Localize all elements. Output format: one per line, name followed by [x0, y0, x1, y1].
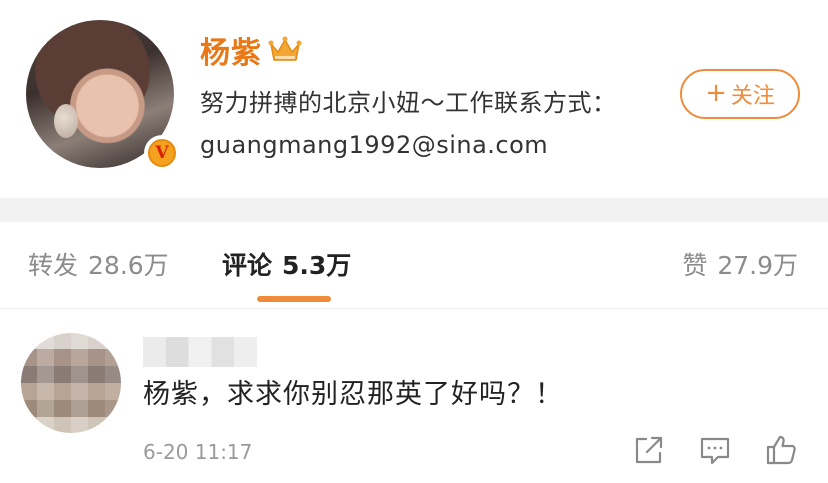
follow-button[interactable]: + 关注 — [680, 69, 800, 119]
tab-comments-label: 评论 — [222, 251, 273, 280]
comment-item: 杨紫，求求你别忍那英了好吗？！ 6-20 11:17 — [0, 309, 828, 483]
avatar-earring — [54, 104, 78, 138]
profile-name-row: 杨紫 — [200, 28, 302, 72]
section-divider — [0, 198, 828, 222]
tab-reposts[interactable]: 转发 28.6万 — [28, 246, 169, 286]
reply-icon[interactable] — [698, 433, 732, 467]
comment-time: 6-20 11:17 — [143, 440, 253, 464]
follow-button-label: 关注 — [730, 84, 775, 109]
commenter-avatar[interactable] — [21, 333, 121, 433]
post-stats-tabs: 转发 28.6万 评论 5.3万 赞 27.9万 — [0, 222, 828, 309]
verified-badge-icon: V — [148, 139, 176, 167]
tab-reposts-count: 28.6万 — [88, 251, 169, 280]
comment-text: 杨紫，求求你别忍那英了好吗？！ — [143, 379, 563, 410]
tab-comments-count: 5.3万 — [282, 251, 352, 280]
commenter-name-blurred[interactable] — [143, 337, 257, 367]
active-tab-indicator — [257, 296, 331, 302]
tab-reposts-label: 转发 — [28, 251, 79, 280]
verified-badge: V — [144, 135, 180, 171]
tab-likes[interactable]: 赞 27.9万 — [682, 246, 798, 286]
verified-badge-label: V — [155, 142, 169, 163]
profile-name[interactable]: 杨紫 — [200, 28, 262, 72]
tab-likes-label: 赞 — [682, 251, 708, 280]
tab-likes-count: 27.9万 — [717, 251, 798, 280]
share-icon[interactable] — [632, 433, 666, 467]
profile-bio: 努力拼搏的北京小妞～工作联系方式：guangmang1992@sina.com — [200, 89, 617, 159]
profile-header: V 杨紫 努力拼搏的北京小妞～工作联系方式：guangmang1992@sina… — [0, 0, 828, 200]
plus-icon: + — [705, 78, 727, 108]
like-icon[interactable] — [764, 433, 798, 467]
tab-comments[interactable]: 评论 5.3万 — [222, 246, 351, 286]
crown-icon — [268, 36, 302, 61]
